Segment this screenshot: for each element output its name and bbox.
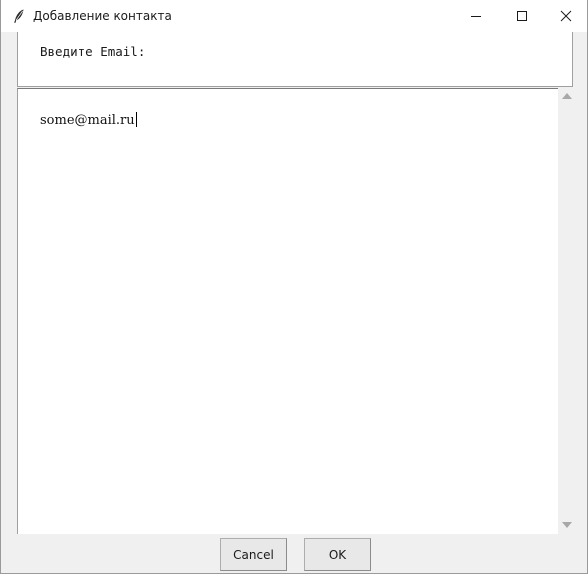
prompt-label: Введите Email: (40, 44, 146, 59)
prompt-frame: Введите Email: (17, 32, 573, 87)
feather-icon (14, 9, 24, 23)
email-input-value: some@mail.ru (40, 113, 135, 128)
close-icon (560, 10, 572, 22)
close-button[interactable] (543, 0, 588, 32)
maximize-button[interactable] (499, 0, 545, 32)
email-text-area[interactable]: some@mail.ru (17, 88, 558, 534)
vertical-scrollbar[interactable] (558, 88, 575, 534)
scroll-up-arrow-icon[interactable] (562, 93, 572, 99)
minimize-button[interactable] (453, 0, 499, 32)
ok-button[interactable]: OK (304, 538, 371, 571)
cancel-button[interactable]: Cancel (220, 538, 287, 571)
minimize-icon (471, 16, 481, 17)
title-bar[interactable]: Добавление контакта (1, 0, 587, 32)
text-caret (135, 112, 137, 127)
window-title: Добавление контакта (33, 9, 172, 23)
scroll-down-arrow-icon[interactable] (562, 522, 572, 528)
maximize-icon (517, 11, 527, 21)
dialog-window: Добавление контакта Введите Email: some@… (0, 0, 588, 574)
